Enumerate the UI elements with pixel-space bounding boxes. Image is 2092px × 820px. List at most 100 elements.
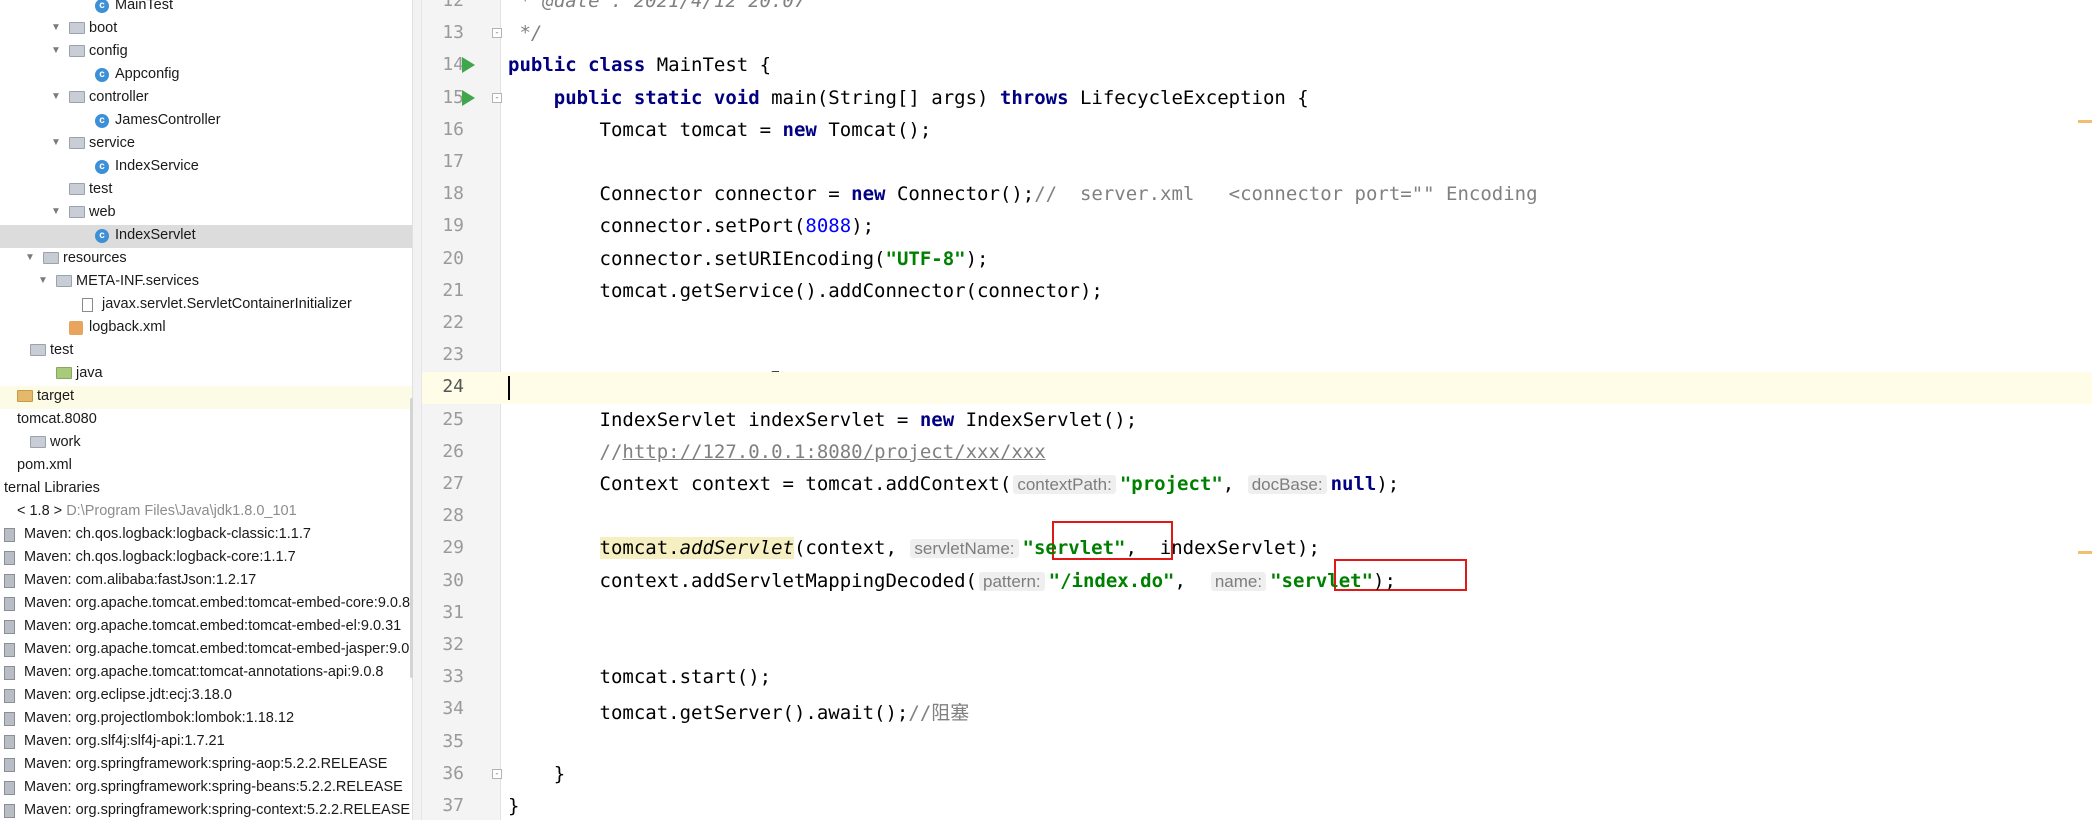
tree-item[interactable]: < 1.8 > D:\Program Files\Java\jdk1.8.0_1… <box>0 501 412 524</box>
library-item[interactable]: Maven: org.slf4j:slf4j-api:1.7.21 <box>0 731 412 754</box>
library-item[interactable]: Maven: com.alibaba:fastJson:1.2.17 <box>0 570 412 593</box>
resources-folder-icon <box>43 252 59 264</box>
tree-item[interactable]: ▼ service <box>0 133 412 156</box>
fold-icon[interactable]: - <box>492 93 502 103</box>
library-item[interactable]: Maven: org.springframework:spring-contex… <box>0 800 412 820</box>
tree-item[interactable]: ternal Libraries <box>0 478 412 501</box>
tree-item-label: logback.xml <box>89 319 166 335</box>
tree-item-label: IndexService <box>115 158 199 174</box>
tree-item[interactable]: ▼ resources <box>0 248 412 271</box>
tree-item[interactable]: tomcat.8080 <box>0 409 412 432</box>
code-line[interactable]: 17 <box>422 147 2092 179</box>
code-line[interactable]: 23 <box>422 340 2092 372</box>
line-number: 16 <box>442 119 464 140</box>
fold-icon[interactable]: - <box>492 28 502 38</box>
line-number: 18 <box>442 183 464 204</box>
code-line[interactable]: 34 tomcat.getServer().await();//阻塞 <box>422 694 2092 726</box>
code-line[interactable]: 22 <box>422 308 2092 340</box>
tree-item[interactable]: test <box>0 340 412 363</box>
library-item[interactable]: Maven: org.apache.tomcat:tomcat-annotati… <box>0 662 412 685</box>
tree-scrollbar[interactable] <box>410 398 413 678</box>
parameter-hint: docBase: <box>1247 475 1327 494</box>
code-line[interactable]: 27 Context context = tomcat.addContext(c… <box>422 469 2092 501</box>
line-number: 27 <box>442 473 464 494</box>
tree-item[interactable]: java <box>0 363 412 386</box>
class-icon: c <box>95 229 109 243</box>
tree-item[interactable]: target <box>0 386 412 409</box>
tree-item-label: Maven: org.springframework:spring-beans:… <box>24 779 403 795</box>
tree-item[interactable]: logback.xml <box>0 317 412 340</box>
code-line[interactable]: 28 <box>422 501 2092 533</box>
expand-arrow-icon[interactable]: ▼ <box>51 22 61 33</box>
run-icon[interactable] <box>462 90 475 106</box>
library-item[interactable]: Maven: org.springframework:spring-beans:… <box>0 777 412 800</box>
tree-item[interactable]: c JamesController <box>0 110 412 133</box>
code-editor[interactable]: I 12 * @date : 2021/4/12 20:0713- */14pu… <box>422 0 2092 820</box>
code-line[interactable]: 36 - } <box>422 759 2092 791</box>
tree-item[interactable]: c IndexService <box>0 156 412 179</box>
expand-arrow-icon[interactable]: ▼ <box>25 252 35 263</box>
expand-arrow-icon[interactable]: ▼ <box>51 45 61 56</box>
run-icon[interactable] <box>462 57 475 73</box>
code-line[interactable]: 37} <box>422 791 2092 820</box>
code-line[interactable]: 33 tomcat.start(); <box>422 662 2092 694</box>
code-line[interactable]: 14 public class MainTest { <box>422 50 2092 82</box>
folder-icon <box>69 22 85 34</box>
tree-item-label: META-INF.services <box>76 273 199 289</box>
tree-item[interactable]: c IndexServlet <box>0 225 412 248</box>
code-line[interactable]: 25 IndexServlet indexServlet = new Index… <box>422 405 2092 437</box>
library-item[interactable]: Maven: ch.qos.logback:logback-core:1.1.7 <box>0 547 412 570</box>
jar-icon <box>4 597 15 611</box>
code-line[interactable]: 15 - public static void main(String[] arg… <box>422 83 2092 115</box>
code-text: tomcat.getService().addConnector(connect… <box>508 280 1103 302</box>
tree-item[interactable]: c Appconfig <box>0 64 412 87</box>
code-line[interactable]: 32 <box>422 630 2092 662</box>
library-item[interactable]: Maven: org.apache.tomcat.embed:tomcat-em… <box>0 639 412 662</box>
tree-item[interactable]: ▼ boot <box>0 18 412 41</box>
tree-item[interactable]: ▼ META-INF.services <box>0 271 412 294</box>
code-line[interactable]: 18 Connector connector = new Connector()… <box>422 179 2092 211</box>
code-token: Tomcat(); <box>828 119 932 141</box>
library-item[interactable]: Maven: org.springframework:spring-aop:5.… <box>0 754 412 777</box>
code-line[interactable]: 19 connector.setPort(8088); <box>422 211 2092 243</box>
line-number: 14 <box>442 54 464 75</box>
code-line[interactable]: 29 tomcat.addServlet(context, servletNam… <box>422 533 2092 565</box>
library-item[interactable]: Maven: org.apache.tomcat.embed:tomcat-em… <box>0 616 412 639</box>
code-line[interactable]: 13 - */ <box>422 18 2092 50</box>
code-line[interactable]: 30 context.addServletMappingDecoded(patt… <box>422 566 2092 598</box>
code-line[interactable]: 16 Tomcat tomcat = new Tomcat(); <box>422 115 2092 147</box>
tree-item[interactable]: ▼ config <box>0 41 412 64</box>
tree-item-label: Maven: org.projectlombok:lombok:1.18.12 <box>24 710 295 726</box>
code-line[interactable]: 21 tomcat.getService().addConnector(conn… <box>422 276 2092 308</box>
tree-item[interactable]: ▼ controller <box>0 87 412 110</box>
code-line[interactable]: 12 * @date : 2021/4/12 20:07 <box>422 0 2092 18</box>
tree-item[interactable]: c MainTest <box>0 0 412 18</box>
tree-item-path: D:\Program Files\Java\jdk1.8.0_101 <box>66 503 297 519</box>
tree-item[interactable]: javax.servlet.ServletContainerInitialize… <box>0 294 412 317</box>
code-token: ); <box>965 248 989 270</box>
code-line[interactable]: 31 <box>422 598 2092 630</box>
tree-item[interactable]: test <box>0 179 412 202</box>
jar-icon <box>4 781 15 795</box>
tree-item[interactable]: pom.xml <box>0 455 412 478</box>
tree-item[interactable]: ▼ web <box>0 202 412 225</box>
expand-arrow-icon[interactable]: ▼ <box>51 91 61 102</box>
code-line[interactable]: 24 <box>422 372 2092 404</box>
line-number: 13 <box>442 22 464 43</box>
tree-item-label: pom.xml <box>17 457 72 473</box>
fold-icon[interactable]: - <box>492 769 502 779</box>
expand-arrow-icon[interactable]: ▼ <box>51 137 61 148</box>
library-item[interactable]: Maven: org.apache.tomcat.embed:tomcat-em… <box>0 593 412 616</box>
tree-item[interactable]: work <box>0 432 412 455</box>
library-item[interactable]: Maven: org.projectlombok:lombok:1.18.12 <box>0 708 412 731</box>
code-line[interactable]: 20 connector.setURIEncoding("UTF-8"); <box>422 244 2092 276</box>
expand-arrow-icon[interactable]: ▼ <box>38 275 48 286</box>
panel-splitter[interactable] <box>412 0 422 820</box>
expand-arrow-icon[interactable]: ▼ <box>51 206 61 217</box>
folder-icon <box>69 137 85 149</box>
code-line[interactable]: 26 //http://127.0.0.1:8080/project/xxx/x… <box>422 437 2092 469</box>
code-line[interactable]: 35 <box>422 727 2092 759</box>
library-item[interactable]: Maven: org.eclipse.jdt:ecj:3.18.0 <box>0 685 412 708</box>
library-item[interactable]: Maven: ch.qos.logback:logback-classic:1.… <box>0 524 412 547</box>
